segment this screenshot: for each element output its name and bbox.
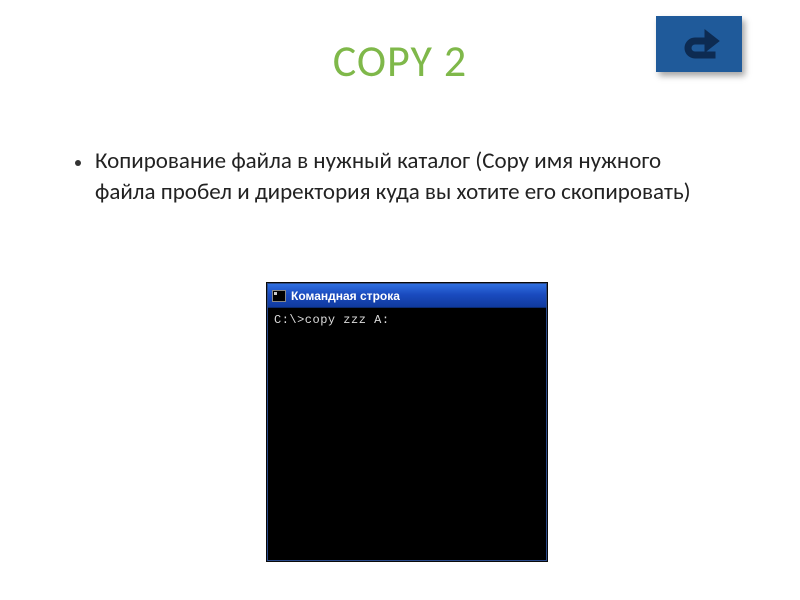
u-turn-icon (675, 24, 723, 64)
bullet-text: Копирование файла в нужный каталог (Copy… (95, 146, 725, 208)
cmd-titlebar: Командная строка (268, 284, 546, 308)
command-prompt-window: Командная строка C:\>copy zzz A: (267, 283, 547, 561)
cmd-icon (272, 290, 286, 302)
cmd-body: C:\>copy zzz A: (268, 308, 546, 560)
cmd-window-title: Командная строка (291, 289, 400, 303)
back-button[interactable] (656, 16, 742, 72)
bullet-item: Копирование файла в нужный каталог (Copy… (75, 146, 725, 208)
cmd-line: C:\>copy zzz A: (274, 313, 540, 327)
bullet-marker (75, 160, 81, 166)
